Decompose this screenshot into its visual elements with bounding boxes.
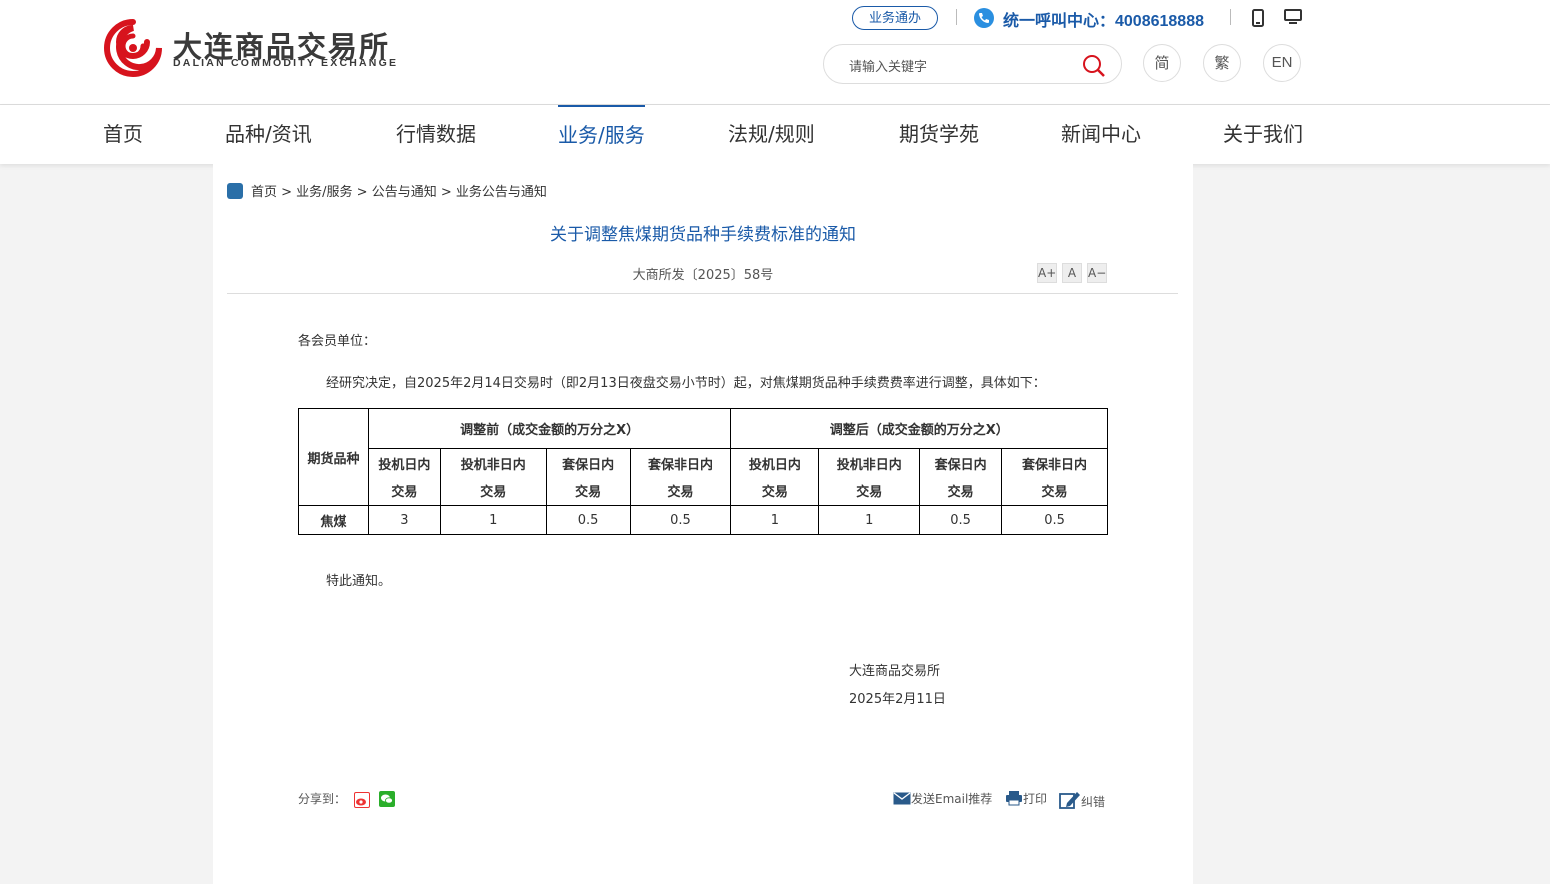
nav-item-services[interactable]: 业务/服务 xyxy=(558,105,645,166)
table-subheader: 套保日内 交易 xyxy=(919,448,1003,506)
nav-item-products[interactable]: 品种/资讯 xyxy=(225,105,312,164)
main-nav: 首页 品种/资讯 行情数据 业务/服务 法规/规则 期货学苑 新闻中心 关于我们 xyxy=(0,105,1550,164)
lang-simplified-button[interactable]: 简 xyxy=(1143,44,1181,82)
mobile-icon[interactable] xyxy=(1252,9,1264,31)
breadcrumb: 首页 > 业务/服务 > 公告与通知 > 业务公告与通知 xyxy=(227,181,547,200)
search-icon[interactable] xyxy=(1082,54,1106,82)
table-header-before: 调整前（成交金额的万分之X） xyxy=(367,408,732,449)
table-cell: 0.5 xyxy=(1001,505,1108,535)
business-service-button[interactable]: 业务通办 xyxy=(852,6,938,30)
table-cell: 0.5 xyxy=(919,505,1003,535)
table-subheader: 投机日内 交易 xyxy=(367,448,441,506)
table-subheader: 投机日内 交易 xyxy=(730,448,820,506)
table-subheader: 套保非日内 交易 xyxy=(629,448,732,506)
logo-name-en: DALIAN COMMODITY EXCHANGE xyxy=(173,57,399,69)
search-input[interactable]: 请输入关键字 xyxy=(849,56,927,75)
nav-item-rules[interactable]: 法规/规则 xyxy=(728,105,815,164)
edit-icon xyxy=(1059,792,1080,809)
divider xyxy=(227,293,1178,294)
desktop-icon[interactable] xyxy=(1284,9,1302,29)
lang-english-button[interactable]: EN xyxy=(1263,44,1301,82)
table-subheader: 投机非日内 交易 xyxy=(818,448,921,506)
correction-link[interactable]: 纠错 xyxy=(1059,790,1105,810)
fee-table: 期货品种 调整前（成交金额的万分之X） 调整后（成交金额的万分之X） 投机日内交… xyxy=(298,408,1108,535)
site-header: 大连商品交易所 DALIAN COMMODITY EXCHANGE 业务通办 统… xyxy=(0,0,1550,105)
table-cell: 1 xyxy=(730,505,820,535)
font-increase-button[interactable]: A+ xyxy=(1037,263,1057,283)
share-bar: 分享到： xyxy=(298,790,395,808)
site-logo[interactable]: 大连商品交易所 DALIAN COMMODITY EXCHANGE xyxy=(103,18,403,78)
table-header-product: 期货品种 xyxy=(298,408,369,506)
date: 2025年2月11日 xyxy=(849,692,946,707)
hotline-text: 统一呼叫中心：4008618888 xyxy=(1003,13,1204,30)
breadcrumb-text[interactable]: 首页 > 业务/服务 > 公告与通知 > 业务公告与通知 xyxy=(251,185,547,200)
divider xyxy=(1230,9,1231,25)
nav-item-market-data[interactable]: 行情数据 xyxy=(396,105,476,164)
table-row: 焦煤 3 1 0.5 0.5 1 1 0.5 0.5 xyxy=(298,505,1108,535)
table-cell: 1 xyxy=(439,505,547,535)
search-box[interactable]: 请输入关键字 xyxy=(823,44,1122,84)
dce-logo-icon xyxy=(104,19,162,77)
lang-traditional-button[interactable]: 繁 xyxy=(1203,44,1241,82)
table-cell: 0.5 xyxy=(545,505,631,535)
divider xyxy=(956,9,957,25)
email-icon xyxy=(893,792,911,805)
table-cell: 3 xyxy=(367,505,441,535)
weibo-icon[interactable] xyxy=(353,792,370,808)
table-subheader: 套保日内 交易 xyxy=(545,448,631,506)
email-recommend-link[interactable]: 发送Email推荐 xyxy=(893,790,992,807)
greeting: 各会员单位： xyxy=(298,334,377,349)
font-decrease-button[interactable]: A− xyxy=(1087,263,1107,283)
table-subheader: 投机非日内 交易 xyxy=(439,448,547,506)
phone-icon xyxy=(974,8,994,28)
table-header-after: 调整后（成交金额的万分之X） xyxy=(730,408,1108,449)
nav-item-academy[interactable]: 期货学苑 xyxy=(899,105,979,164)
table-subheader: 套保非日内 交易 xyxy=(1001,448,1108,506)
home-icon xyxy=(227,183,243,199)
signature: 大连商品交易所 xyxy=(849,664,941,679)
article-container: 首页 > 业务/服务 > 公告与通知 > 业务公告与通知 关于调整焦煤期货品种手… xyxy=(213,164,1193,884)
nav-item-about[interactable]: 关于我们 xyxy=(1223,105,1303,164)
article-title: 关于调整焦煤期货品种手续费标准的通知 xyxy=(550,225,856,245)
table-cell: 1 xyxy=(818,505,921,535)
table-cell-product: 焦煤 xyxy=(298,505,369,535)
nav-item-news[interactable]: 新闻中心 xyxy=(1061,105,1141,164)
article-body: 经研究决定，自2025年2月14日交易时（即2月13日夜盘交易小节时）起，对焦煤… xyxy=(326,376,1046,391)
print-link[interactable]: 打印 xyxy=(1005,790,1047,807)
nav-item-home[interactable]: 首页 xyxy=(103,105,143,164)
printer-icon xyxy=(1006,791,1022,806)
share-label: 分享到： xyxy=(298,792,347,806)
closing: 特此通知。 xyxy=(326,574,392,589)
font-normal-button[interactable]: A xyxy=(1062,263,1082,283)
table-cell: 0.5 xyxy=(629,505,732,535)
wechat-icon[interactable] xyxy=(378,791,395,807)
